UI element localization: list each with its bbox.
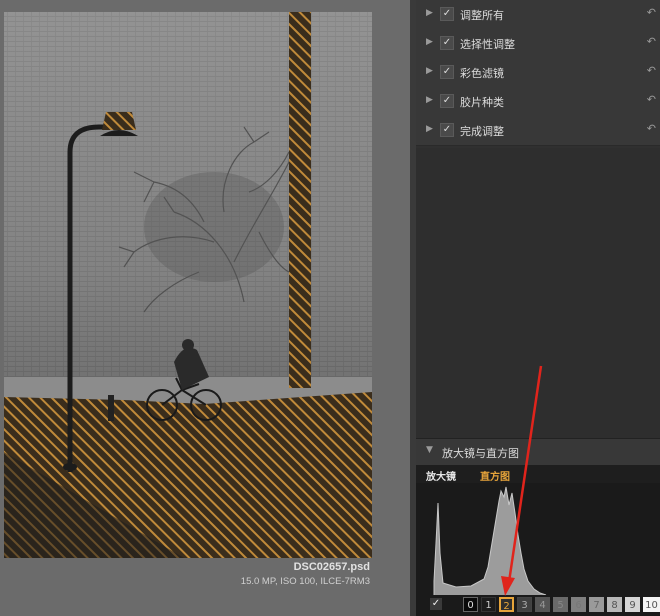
undo-icon[interactable]: ↶: [647, 64, 656, 77]
expand-icon[interactable]: ▶: [426, 8, 433, 18]
zone-10[interactable]: 10: [643, 597, 660, 612]
filter-label: 调整所有: [460, 9, 504, 22]
loupe-histogram-tabs: 放大镜 直方图: [416, 465, 660, 483]
filter-row-selective-adjust[interactable]: ▶ ✓ 选择性调整 ↶: [416, 29, 660, 59]
undo-icon[interactable]: ↶: [647, 93, 656, 106]
zone-8[interactable]: 8: [607, 597, 622, 612]
file-name: DSC02657.psd: [293, 561, 370, 573]
panel-empty-area: [416, 148, 660, 438]
file-info: 15.0 MP, ISO 100, ILCE-7RM3: [240, 576, 370, 587]
zone-1[interactable]: 1: [481, 597, 496, 612]
zone-2[interactable]: 2: [499, 597, 514, 612]
zone-5[interactable]: 5: [553, 597, 568, 612]
zone-6[interactable]: 6: [571, 597, 586, 612]
filter-label: 完成调整: [460, 125, 504, 138]
collapse-icon[interactable]: ▼: [426, 445, 433, 455]
zone-checkbox[interactable]: ✓: [430, 598, 442, 610]
photo-preview[interactable]: [4, 12, 372, 558]
undo-icon[interactable]: ↶: [647, 122, 656, 135]
filter-row-adjust-all[interactable]: ▶ ✓ 调整所有 ↶: [416, 0, 660, 30]
expand-icon[interactable]: ▶: [426, 124, 433, 134]
expand-icon[interactable]: ▶: [426, 66, 433, 76]
zone-4[interactable]: 4: [535, 597, 550, 612]
filter-label: 彩色滤镜: [460, 67, 504, 80]
filter-checkbox[interactable]: ✓: [440, 123, 454, 137]
undo-icon[interactable]: ↶: [647, 6, 656, 19]
zone-9[interactable]: 9: [625, 597, 640, 612]
filter-checkbox[interactable]: ✓: [440, 94, 454, 108]
expand-icon[interactable]: ▶: [426, 37, 433, 47]
image-canvas[interactable]: DSC02657.psd 15.0 MP, ISO 100, ILCE-7RM3: [0, 0, 415, 616]
section-title: 放大镜与直方图: [442, 447, 519, 460]
filter-row-film-type[interactable]: ▶ ✓ 胶片种类 ↶: [416, 87, 660, 117]
zone-bar: ✓ 0 1 2 3 4 5 6 7 8 9 10: [416, 595, 660, 616]
photo-image: [4, 12, 372, 558]
filter-panel: ▶ ✓ 调整所有 ↶ ▶ ✓ 选择性调整 ↶ ▶ ✓ 彩色滤镜 ↶ ▶ ✓ 胶片…: [416, 0, 660, 616]
filter-label: 胶片种类: [460, 96, 504, 109]
tab-loupe[interactable]: 放大镜: [426, 468, 456, 483]
filter-checkbox[interactable]: ✓: [440, 36, 454, 50]
filter-checkbox[interactable]: ✓: [440, 7, 454, 21]
filter-checkbox[interactable]: ✓: [440, 65, 454, 79]
histogram-graph: [433, 486, 547, 596]
undo-icon[interactable]: ↶: [647, 35, 656, 48]
expand-icon[interactable]: ▶: [426, 95, 433, 105]
filter-row-finishing[interactable]: ▶ ✓ 完成调整 ↶: [416, 116, 660, 146]
zone-0[interactable]: 0: [463, 597, 478, 612]
loupe-histogram-header[interactable]: ▼ 放大镜与直方图: [416, 438, 660, 466]
filter-label: 选择性调整: [460, 38, 515, 51]
zone-3[interactable]: 3: [517, 597, 532, 612]
tab-histogram[interactable]: 直方图: [480, 468, 510, 483]
zone-7[interactable]: 7: [589, 597, 604, 612]
histogram: [416, 483, 660, 596]
filter-row-color-filter[interactable]: ▶ ✓ 彩色滤镜 ↶: [416, 58, 660, 88]
